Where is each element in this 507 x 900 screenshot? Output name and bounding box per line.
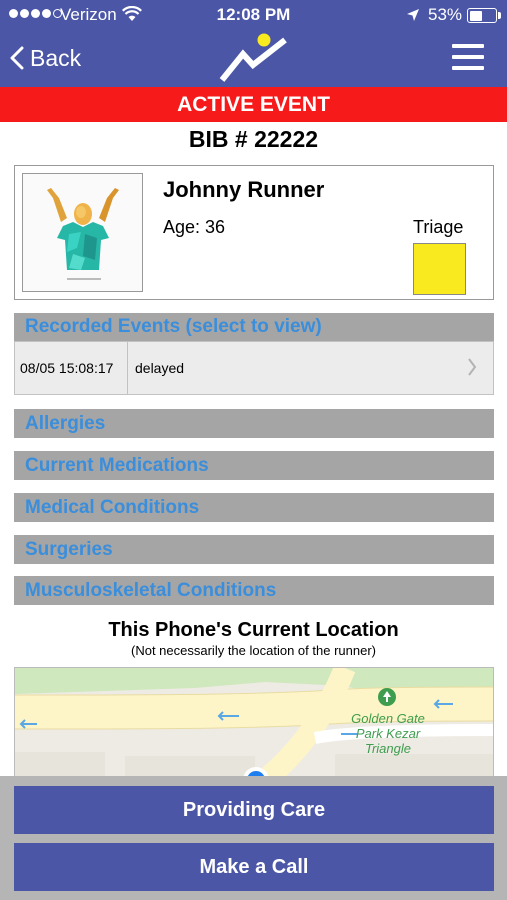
event-description: delayed: [135, 360, 185, 376]
location-arrow-icon: [406, 7, 420, 27]
recorded-event-row[interactable]: 08/05 15:08:17 delayed: [14, 341, 494, 395]
event-time: 08/05 15:08:17: [15, 342, 128, 394]
make-a-call-button[interactable]: Make a Call: [14, 843, 494, 891]
active-event-banner: ACTIVE EVENT: [0, 87, 507, 122]
runner-graph-logo: [219, 32, 291, 89]
top-bar: Verizon 12:08 PM 53% Back: [0, 0, 507, 87]
location-map[interactable]: Golden Gate Park Kezar Triangle: [14, 667, 494, 787]
recorded-events-header: Recorded Events (select to view): [14, 313, 494, 341]
triage-color-indicator[interactable]: [413, 243, 466, 295]
triage-label: Triage: [413, 217, 464, 237]
hamburger-menu-icon[interactable]: [452, 44, 484, 70]
category-musculoskeletal-conditions[interactable]: Musculoskeletal Conditions: [14, 576, 494, 605]
runner-photo: [22, 173, 143, 292]
status-bar: Verizon 12:08 PM 53%: [0, 0, 507, 30]
category-allergies[interactable]: Allergies: [14, 409, 494, 438]
battery-icon: [467, 8, 497, 23]
bib-number: BIB # 22222: [188, 126, 319, 152]
category-medical-conditions[interactable]: Medical Conditions: [14, 493, 494, 522]
runner-age: Age: 36: [163, 217, 226, 237]
location-title: This Phone's Current Location: [108, 619, 399, 641]
chevron-right-icon: [467, 357, 477, 382]
battery-percent: 53%: [428, 5, 463, 24]
providing-care-button[interactable]: Providing Care: [14, 786, 494, 834]
chevron-left-icon: [10, 46, 24, 70]
runner-card: Johnny Runner Age: 36 Triage: [14, 165, 494, 300]
category-surgeries[interactable]: Surgeries: [14, 535, 494, 564]
back-label: Back: [30, 44, 82, 71]
runner-name: Johnny Runner: [163, 177, 325, 202]
category-current-medications[interactable]: Current Medications: [14, 451, 494, 480]
back-button[interactable]: Back: [10, 41, 81, 75]
location-subtitle: (Not necessarily the location of the run…: [131, 643, 376, 658]
map-place-label: Golden Gate Park Kezar Triangle: [351, 711, 425, 756]
screen: Verizon 12:08 PM 53% Back ACTIVE EVENT B…: [0, 0, 507, 900]
